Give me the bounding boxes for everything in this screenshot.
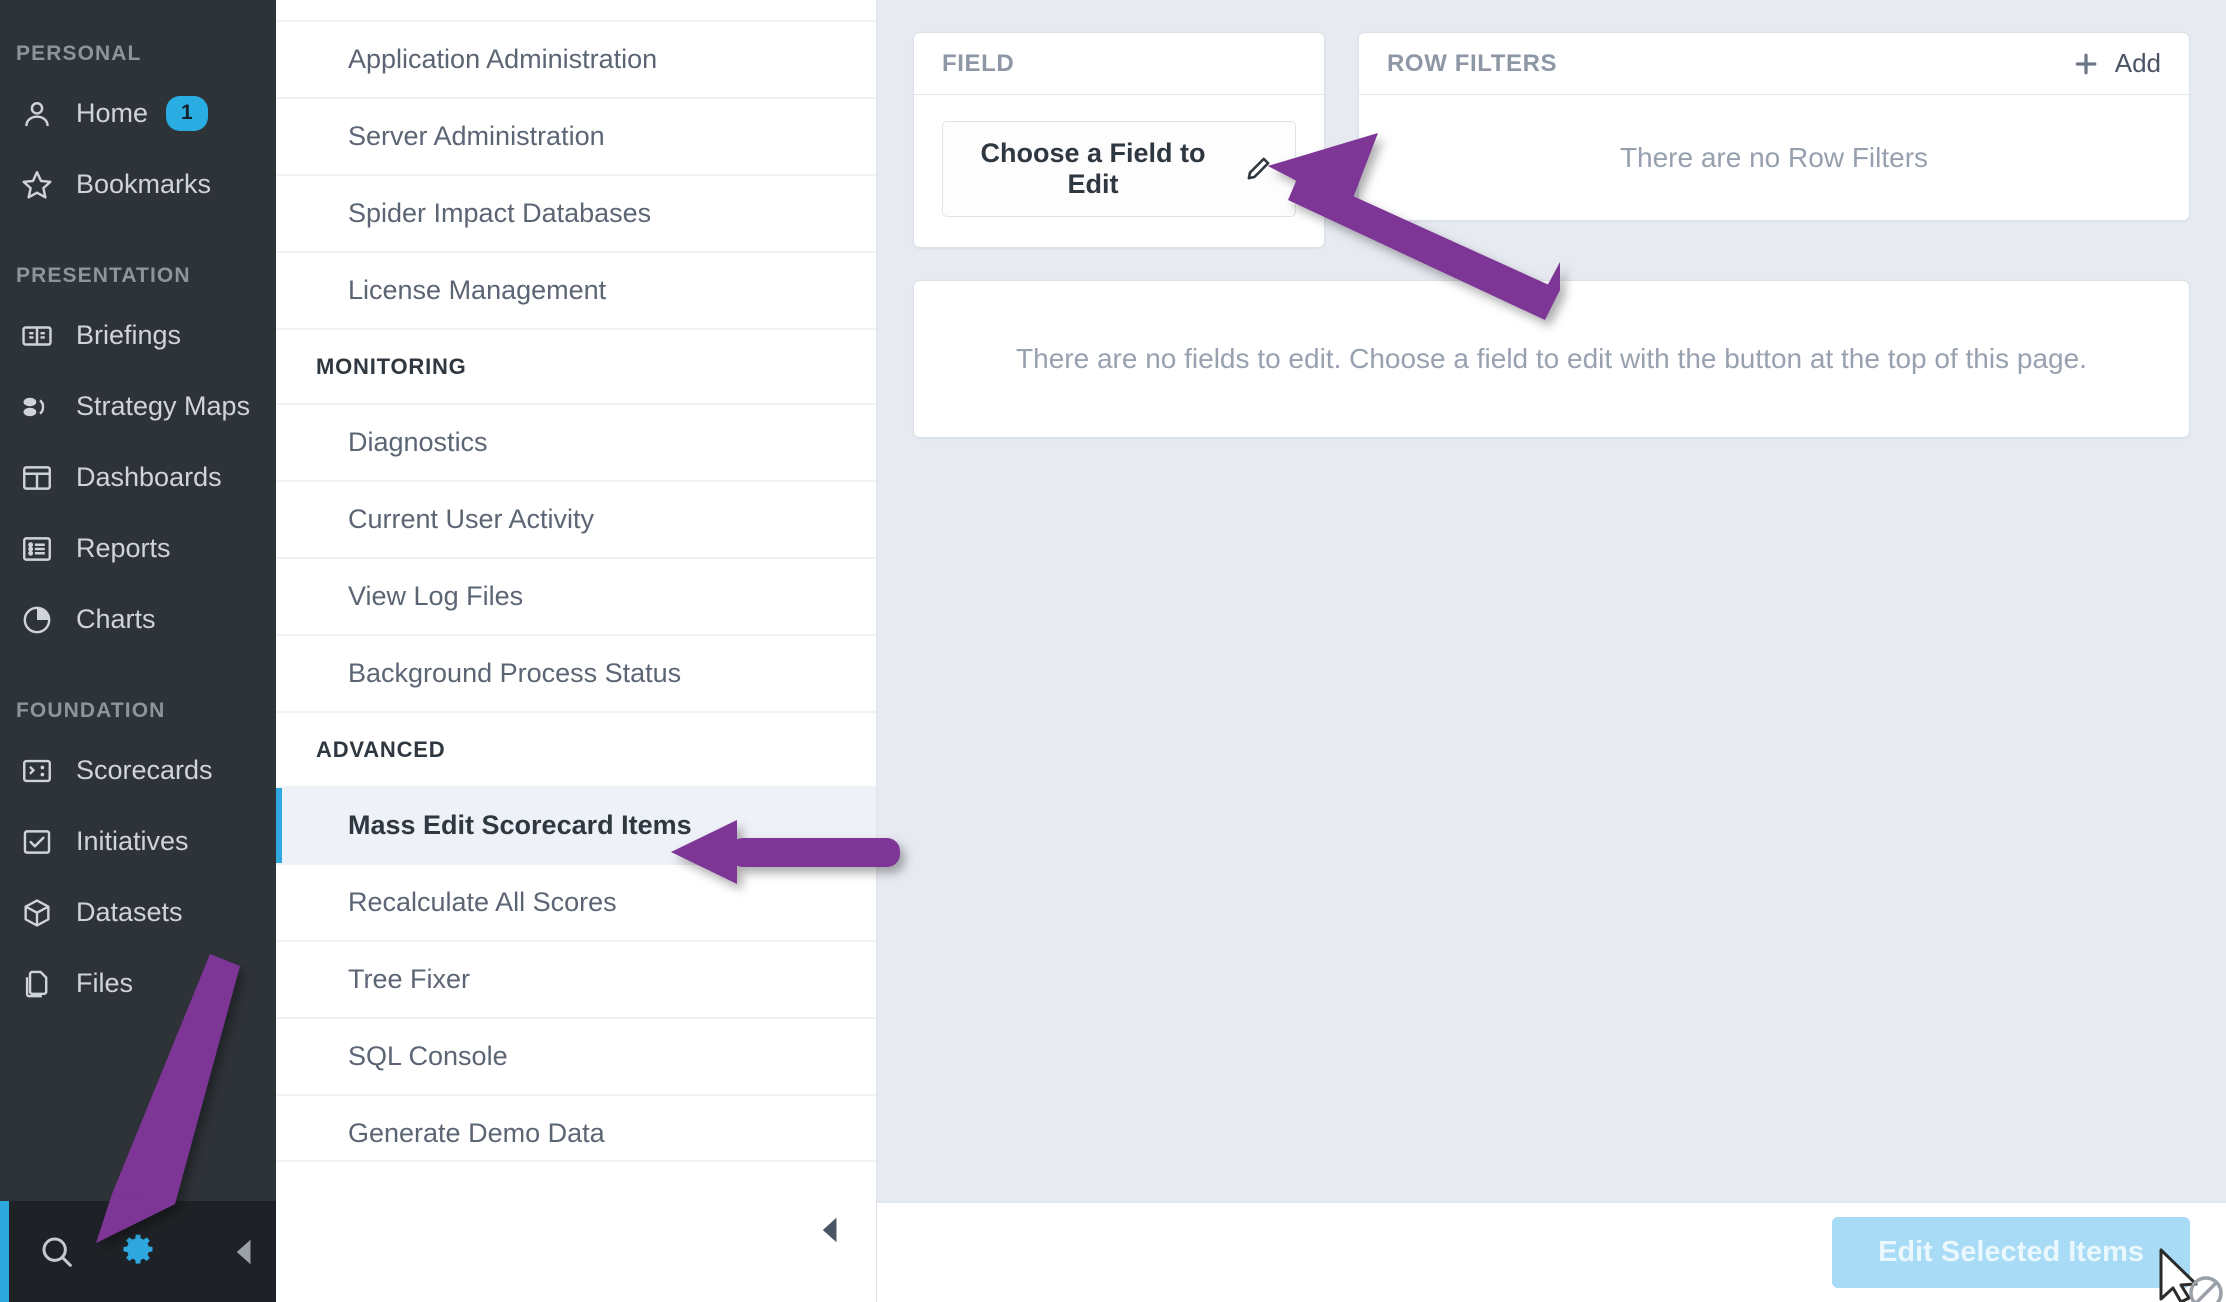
- nav-item-generate-demo-data[interactable]: Generate Demo Data: [276, 1096, 876, 1160]
- sidebar-item-label-reports: Reports: [76, 533, 171, 564]
- sidebar-item-label-bookmarks: Bookmarks: [76, 169, 211, 200]
- sidebar-item-files[interactable]: Files: [0, 948, 276, 1019]
- sidebar-item-reports[interactable]: Reports: [0, 513, 276, 584]
- nav-item-spider-impact-databases[interactable]: Spider Impact Databases: [276, 176, 876, 253]
- nav-item-recalculate-all-scores[interactable]: Recalculate All Scores: [276, 865, 876, 942]
- strategy-map-icon: [20, 390, 66, 424]
- field-card-body: Choose a Field to Edit: [914, 95, 1324, 247]
- sidebar-item-label-scorecards: Scorecards: [76, 755, 213, 786]
- sidebar-group-label-presentation: PRESENTATION: [0, 220, 276, 300]
- row-filters-card-header: ROW FILTERS Add: [1359, 33, 2189, 95]
- collapse-left-icon[interactable]: [213, 1237, 276, 1267]
- pie-chart-icon: [20, 603, 66, 637]
- sidebar-nav-list: PERSONAL Home 1 Bookmarks PRESENTATION: [0, 0, 276, 1201]
- sidebar-item-strategy-maps[interactable]: Strategy Maps: [0, 371, 276, 442]
- choose-field-to-edit-button[interactable]: Choose a Field to Edit: [942, 121, 1296, 217]
- row-filters-card: ROW FILTERS Add There are no Row Filters: [1358, 32, 2190, 221]
- report-list-icon: [20, 532, 66, 566]
- nav-item-application-administration[interactable]: Application Administration: [276, 22, 876, 99]
- primary-sidebar: PERSONAL Home 1 Bookmarks PRESENTATION: [0, 0, 276, 1302]
- sidebar-item-label-datasets: Datasets: [76, 897, 183, 928]
- sidebar-item-dashboards[interactable]: Dashboards: [0, 442, 276, 513]
- sidebar-item-label-strategy-maps: Strategy Maps: [76, 391, 250, 422]
- admin-nav-list: Application Administration Server Admini…: [276, 0, 876, 1160]
- sidebar-group-label-personal: PERSONAL: [0, 28, 276, 78]
- nav-section-advanced: ADVANCED: [276, 713, 876, 788]
- nav-item-clipped-top[interactable]: [276, 0, 876, 22]
- pencil-icon: [1243, 154, 1273, 184]
- field-card-title: FIELD: [942, 50, 1014, 78]
- fields-to-edit-empty-message: There are no fields to edit. Choose a fi…: [1016, 343, 2087, 375]
- nav-item-background-process-status[interactable]: Background Process Status: [276, 636, 876, 713]
- dashboard-icon: [20, 461, 66, 495]
- sidebar-item-datasets[interactable]: Datasets: [0, 877, 276, 948]
- sidebar-item-briefings[interactable]: Briefings: [0, 300, 276, 371]
- star-icon: [20, 168, 66, 202]
- search-icon[interactable]: [25, 1232, 88, 1272]
- fields-to-edit-panel: There are no fields to edit. Choose a fi…: [913, 280, 2190, 438]
- field-card: FIELD Choose a Field to Edit: [913, 32, 1325, 248]
- nav-item-server-administration[interactable]: Server Administration: [276, 99, 876, 176]
- main-content: FIELD Choose a Field to Edit: [877, 0, 2226, 1302]
- scorecard-icon: [20, 754, 66, 788]
- row-filters-empty-message: There are no Row Filters: [1620, 142, 1928, 174]
- sidebar-item-bookmarks[interactable]: Bookmarks: [0, 149, 276, 220]
- nav-item-license-management[interactable]: License Management: [276, 253, 876, 330]
- sidebar-item-label-dashboards: Dashboards: [76, 462, 222, 493]
- nav-item-tree-fixer[interactable]: Tree Fixer: [276, 942, 876, 1019]
- nav-item-current-user-activity[interactable]: Current User Activity: [276, 482, 876, 559]
- plus-icon: [2071, 49, 2101, 79]
- collapse-left-icon[interactable]: [818, 1215, 844, 1250]
- sidebar-item-label-charts: Charts: [76, 604, 156, 635]
- sidebar-item-label-home: Home: [76, 98, 148, 129]
- edit-selected-items-button[interactable]: Edit Selected Items: [1832, 1217, 2190, 1288]
- main-body: FIELD Choose a Field to Edit: [877, 0, 2226, 1201]
- add-row-filter-button[interactable]: Add: [2071, 48, 2161, 79]
- app-root: PERSONAL Home 1 Bookmarks PRESENTATION: [0, 0, 2226, 1302]
- home-badge-count: 1: [166, 96, 208, 130]
- nav-item-mass-edit-scorecard-items[interactable]: Mass Edit Scorecard Items: [276, 788, 876, 865]
- admin-nav-footer: [276, 1160, 876, 1302]
- gear-icon[interactable]: [106, 1232, 169, 1272]
- sidebar-footer-toolbar: [0, 1201, 276, 1302]
- add-row-filter-label: Add: [2115, 48, 2161, 79]
- nav-item-diagnostics[interactable]: Diagnostics: [276, 405, 876, 482]
- sidebar-item-label-initiatives: Initiatives: [76, 826, 189, 857]
- sidebar-item-home[interactable]: Home 1: [0, 78, 276, 149]
- sidebar-item-initiatives[interactable]: Initiatives: [0, 806, 276, 877]
- main-footer-bar: Edit Selected Items: [877, 1201, 2226, 1302]
- nav-item-sql-console[interactable]: SQL Console: [276, 1019, 876, 1096]
- nav-item-view-log-files[interactable]: View Log Files: [276, 559, 876, 636]
- top-cards-row: FIELD Choose a Field to Edit: [913, 32, 2190, 248]
- book-icon: [20, 319, 66, 353]
- sidebar-item-scorecards[interactable]: Scorecards: [0, 735, 276, 806]
- checkbox-icon: [20, 825, 66, 859]
- row-filters-card-title: ROW FILTERS: [1387, 50, 1557, 78]
- row-filters-empty-state: There are no Row Filters: [1359, 95, 2189, 220]
- user-icon: [20, 97, 66, 131]
- files-icon: [20, 967, 66, 1001]
- choose-field-to-edit-label: Choose a Field to Edit: [965, 138, 1221, 200]
- cube-icon: [20, 896, 66, 930]
- nav-section-monitoring: MONITORING: [276, 330, 876, 405]
- field-card-header: FIELD: [914, 33, 1324, 95]
- sidebar-item-label-briefings: Briefings: [76, 320, 181, 351]
- admin-nav-panel: Application Administration Server Admini…: [276, 0, 877, 1302]
- sidebar-item-charts[interactable]: Charts: [0, 584, 276, 655]
- sidebar-group-label-foundation: FOUNDATION: [0, 655, 276, 735]
- sidebar-item-label-files: Files: [76, 968, 133, 999]
